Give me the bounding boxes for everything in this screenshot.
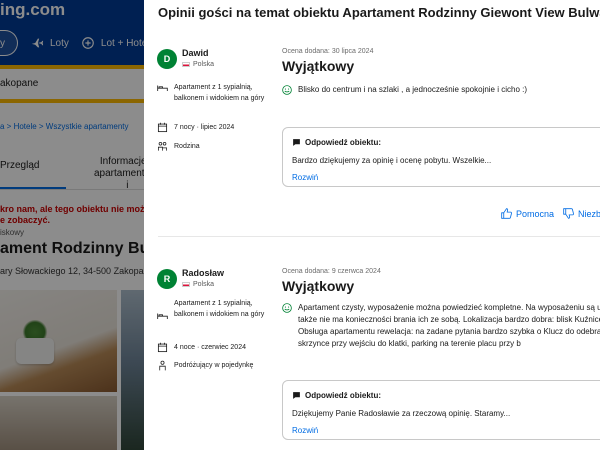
reply-text: Bardzo dziękujemy za opinię i ocenę poby…	[292, 156, 492, 165]
review-date: Ocena dodana: 30 lipca 2024	[282, 48, 374, 55]
poland-flag-icon	[182, 282, 190, 287]
thumbs-up-icon	[501, 208, 512, 219]
room-type: Apartament z 1 sypialnią, balkonem i wid…	[157, 82, 269, 104]
stay-duration: 7 nocy · lipiec 2024	[157, 122, 269, 133]
calendar-icon	[157, 342, 168, 353]
review-positive: Apartament czysty, wyposażenie można pow…	[282, 302, 600, 350]
family-icon	[157, 141, 168, 151]
person-icon	[159, 360, 166, 371]
room-type: Apartament z 1 sypialnią, balkonem i wid…	[157, 298, 269, 321]
review-title: Wyjątkowy	[282, 278, 355, 294]
stay-duration: 4 noce · czerwiec 2024	[157, 342, 269, 353]
property-reply: Odpowiedź obiektu: Dziękujemy Panie Rado…	[282, 380, 600, 440]
poland-flag-icon	[182, 62, 190, 67]
reviewer-country-label: Polska	[193, 281, 215, 288]
not-helpful-label: Niezby	[578, 208, 600, 219]
review-positive-text: Apartament czysty, wyposażenie można pow…	[298, 303, 600, 348]
reply-label: Odpowiedź obiektu:	[305, 138, 381, 147]
review-positive: Blisko do centrum i na szlaki , a jednoc…	[282, 84, 600, 96]
reply-expand-link[interactable]: Rozwiń	[292, 426, 318, 435]
review-title: Wyjątkowy	[282, 58, 355, 74]
reply-text: Dziękujemy Panie Radosławie za rzeczową …	[292, 409, 511, 418]
reviewer-country: Polska	[182, 281, 214, 288]
reviewer-country: Polska	[182, 61, 214, 68]
reply-header: Odpowiedź obiektu:	[292, 391, 381, 400]
reviewer-country-label: Polska	[193, 61, 215, 68]
avatar: R	[157, 269, 177, 289]
avatar: D	[157, 49, 177, 69]
reply-label: Odpowiedź obiektu:	[305, 391, 381, 400]
speech-bubble-icon	[293, 139, 300, 146]
bed-icon	[157, 313, 168, 319]
property-reply: Odpowiedź obiektu: Bardzo dziękujemy za …	[282, 127, 600, 187]
helpful-button[interactable]: Pomocna	[501, 208, 554, 219]
stay-duration-label: 4 noce · czerwiec 2024	[174, 344, 246, 351]
traveler-type: Podróżujący w pojedynkę	[157, 360, 284, 371]
reviewer-name: Radosław	[182, 268, 225, 278]
bed-icon	[157, 85, 168, 91]
thumbs-down-icon	[563, 208, 574, 219]
review-date: Ocena dodana: 9 czerwca 2024	[282, 268, 381, 275]
smiley-icon	[282, 85, 292, 95]
reviewer-name: Dawid	[182, 48, 209, 58]
panel-title: Opinii gości na temat obiektu Apartament…	[158, 5, 600, 20]
calendar-icon	[157, 122, 168, 133]
review-positive-text: Blisko do centrum i na szlaki , a jednoc…	[298, 85, 527, 94]
helpful-label: Pomocna	[516, 208, 555, 219]
room-type-label: Apartament z 1 sypialnią, balkonem i wid…	[174, 300, 265, 318]
reply-header: Odpowiedź obiektu:	[292, 138, 381, 147]
stay-duration-label: 7 nocy · lipiec 2024	[174, 124, 235, 131]
not-helpful-button[interactable]: Niezby	[563, 208, 600, 219]
smiley-icon	[282, 303, 292, 313]
traveler-type-label: Rodzina	[174, 143, 200, 150]
speech-bubble-icon	[293, 392, 300, 399]
room-type-label: Apartament z 1 sypialnią, balkonem i wid…	[174, 84, 265, 102]
review-divider	[158, 236, 600, 237]
traveler-type: Rodzina	[157, 141, 269, 152]
reply-expand-link[interactable]: Rozwiń	[292, 173, 318, 182]
traveler-type-label: Podróżujący w pojedynkę	[174, 362, 254, 369]
reviews-panel: Opinii gości na temat obiektu Apartament…	[144, 0, 600, 450]
